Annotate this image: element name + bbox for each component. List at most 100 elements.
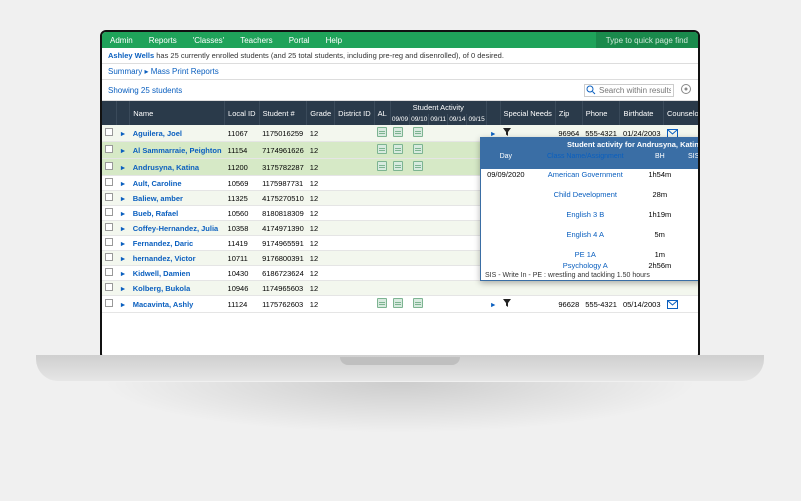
- popup-class-link[interactable]: Psychology A: [531, 260, 640, 271]
- doc-icon[interactable]: [413, 144, 423, 154]
- student-name-link[interactable]: Aguilera, Joel: [130, 125, 225, 142]
- student-name-link[interactable]: Ault, Caroline: [130, 176, 225, 191]
- activity-cell[interactable]: [390, 251, 409, 266]
- col-student[interactable]: Student #: [259, 101, 307, 125]
- activity-cell[interactable]: [390, 266, 409, 281]
- activity-cell[interactable]: [429, 206, 448, 221]
- activity-cell[interactable]: [410, 125, 429, 142]
- col-al[interactable]: AL: [374, 101, 390, 125]
- expand-icon[interactable]: ▸: [119, 284, 127, 293]
- crumb-summary[interactable]: Summary: [108, 67, 142, 76]
- doc-icon[interactable]: [377, 127, 387, 137]
- student-name-link[interactable]: Al Sammarraie, Peighton: [130, 142, 225, 159]
- doc-icon[interactable]: [377, 144, 387, 154]
- doc-icon[interactable]: [377, 161, 387, 171]
- activity-cell[interactable]: [429, 159, 448, 176]
- row-checkbox[interactable]: [105, 299, 113, 307]
- student-name-link[interactable]: Coffey-Hernandez, Julia: [130, 221, 225, 236]
- expand-icon[interactable]: ▸: [119, 254, 127, 263]
- popup-class-link[interactable]: Child Development: [531, 189, 640, 209]
- activity-cell[interactable]: [410, 296, 429, 313]
- col-d3[interactable]: 09/11: [429, 114, 448, 125]
- gear-icon[interactable]: [680, 83, 692, 97]
- row-checkbox[interactable]: [105, 223, 113, 231]
- activity-cell[interactable]: [448, 142, 467, 159]
- popup-class-link[interactable]: English 3 B: [531, 209, 640, 229]
- activity-cell[interactable]: [429, 191, 448, 206]
- popup-class-link[interactable]: English 4 A: [531, 229, 640, 249]
- activity-cell[interactable]: [410, 236, 429, 251]
- cell-envelope[interactable]: [664, 281, 699, 296]
- doc-icon[interactable]: [393, 298, 403, 308]
- col-sn[interactable]: Special Needs: [500, 101, 555, 125]
- doc-icon[interactable]: [393, 144, 403, 154]
- col-grade[interactable]: Grade: [307, 101, 335, 125]
- activity-cell[interactable]: [390, 221, 409, 236]
- filter-icon[interactable]: [503, 300, 511, 309]
- expand-icon[interactable]: ▸: [119, 269, 127, 278]
- student-name-link[interactable]: Kolberg, Bukola: [130, 281, 225, 296]
- activity-cell[interactable]: [390, 236, 409, 251]
- activity-cell[interactable]: [390, 125, 409, 142]
- activity-cell[interactable]: [429, 142, 448, 159]
- col-d1[interactable]: 09/09: [390, 114, 409, 125]
- activity-cell[interactable]: [410, 159, 429, 176]
- activity-cell[interactable]: [410, 191, 429, 206]
- row-checkbox[interactable]: [105, 208, 113, 216]
- activity-cell[interactable]: [410, 251, 429, 266]
- student-name-link[interactable]: Bueb, Rafael: [130, 206, 225, 221]
- activity-cell[interactable]: [410, 266, 429, 281]
- doc-icon[interactable]: [393, 127, 403, 137]
- menu-reports[interactable]: Reports: [141, 36, 185, 45]
- menu-help[interactable]: Help: [318, 36, 350, 45]
- popup-class-link[interactable]: PE 1A: [531, 249, 640, 260]
- activity-cell[interactable]: [448, 251, 467, 266]
- activity-cell[interactable]: [410, 142, 429, 159]
- activity-cell[interactable]: [410, 281, 429, 296]
- activity-cell[interactable]: [448, 206, 467, 221]
- expand-icon[interactable]: ▸: [119, 146, 127, 155]
- table-row[interactable]: ▸Kolberg, Bukola10946117496560312: [102, 281, 698, 296]
- activity-cell[interactable]: [429, 125, 448, 142]
- col-bd[interactable]: Birthdate: [620, 101, 664, 125]
- student-name-link[interactable]: Fernandez, Daric: [130, 236, 225, 251]
- cell-expand-activity[interactable]: [486, 281, 500, 296]
- expand-icon[interactable]: ▸: [119, 239, 127, 248]
- activity-cell[interactable]: [448, 191, 467, 206]
- expand-icon[interactable]: ▸: [119, 209, 127, 218]
- teacher-name-link[interactable]: Ashley Wells: [108, 51, 154, 60]
- student-name-link[interactable]: hernandez, Victor: [130, 251, 225, 266]
- activity-cell[interactable]: [410, 176, 429, 191]
- activity-cell[interactable]: [448, 159, 467, 176]
- row-checkbox[interactable]: [105, 128, 113, 136]
- search-input[interactable]: [584, 84, 674, 97]
- row-checkbox[interactable]: [105, 145, 113, 153]
- menu-classes[interactable]: 'Classes': [185, 36, 233, 45]
- row-checkbox[interactable]: [105, 253, 113, 261]
- row-checkbox[interactable]: [105, 162, 113, 170]
- row-checkbox[interactable]: [105, 178, 113, 186]
- menu-portal[interactable]: Portal: [281, 36, 318, 45]
- activity-cell[interactable]: [429, 221, 448, 236]
- activity-cell[interactable]: [448, 281, 467, 296]
- doc-icon[interactable]: [413, 298, 423, 308]
- student-name-link[interactable]: Macavinta, Ashly: [130, 296, 225, 313]
- row-checkbox[interactable]: [105, 283, 113, 291]
- activity-cell[interactable]: [390, 142, 409, 159]
- activity-cell[interactable]: [467, 281, 486, 296]
- activity-cell[interactable]: [390, 296, 409, 313]
- activity-cell[interactable]: [410, 206, 429, 221]
- doc-icon[interactable]: [393, 161, 403, 171]
- row-checkbox[interactable]: [105, 193, 113, 201]
- row-checkbox[interactable]: [105, 238, 113, 246]
- cell-expand-activity[interactable]: ▸: [486, 296, 500, 313]
- activity-cell[interactable]: [429, 266, 448, 281]
- activity-cell[interactable]: [429, 281, 448, 296]
- activity-cell[interactable]: [390, 191, 409, 206]
- menu-teachers[interactable]: Teachers: [232, 36, 280, 45]
- expand-icon[interactable]: ▸: [119, 129, 127, 138]
- col-d5[interactable]: 09/15: [467, 114, 486, 125]
- popup-class-link[interactable]: American Government: [531, 169, 640, 189]
- activity-cell[interactable]: [448, 296, 467, 313]
- doc-icon[interactable]: [377, 298, 387, 308]
